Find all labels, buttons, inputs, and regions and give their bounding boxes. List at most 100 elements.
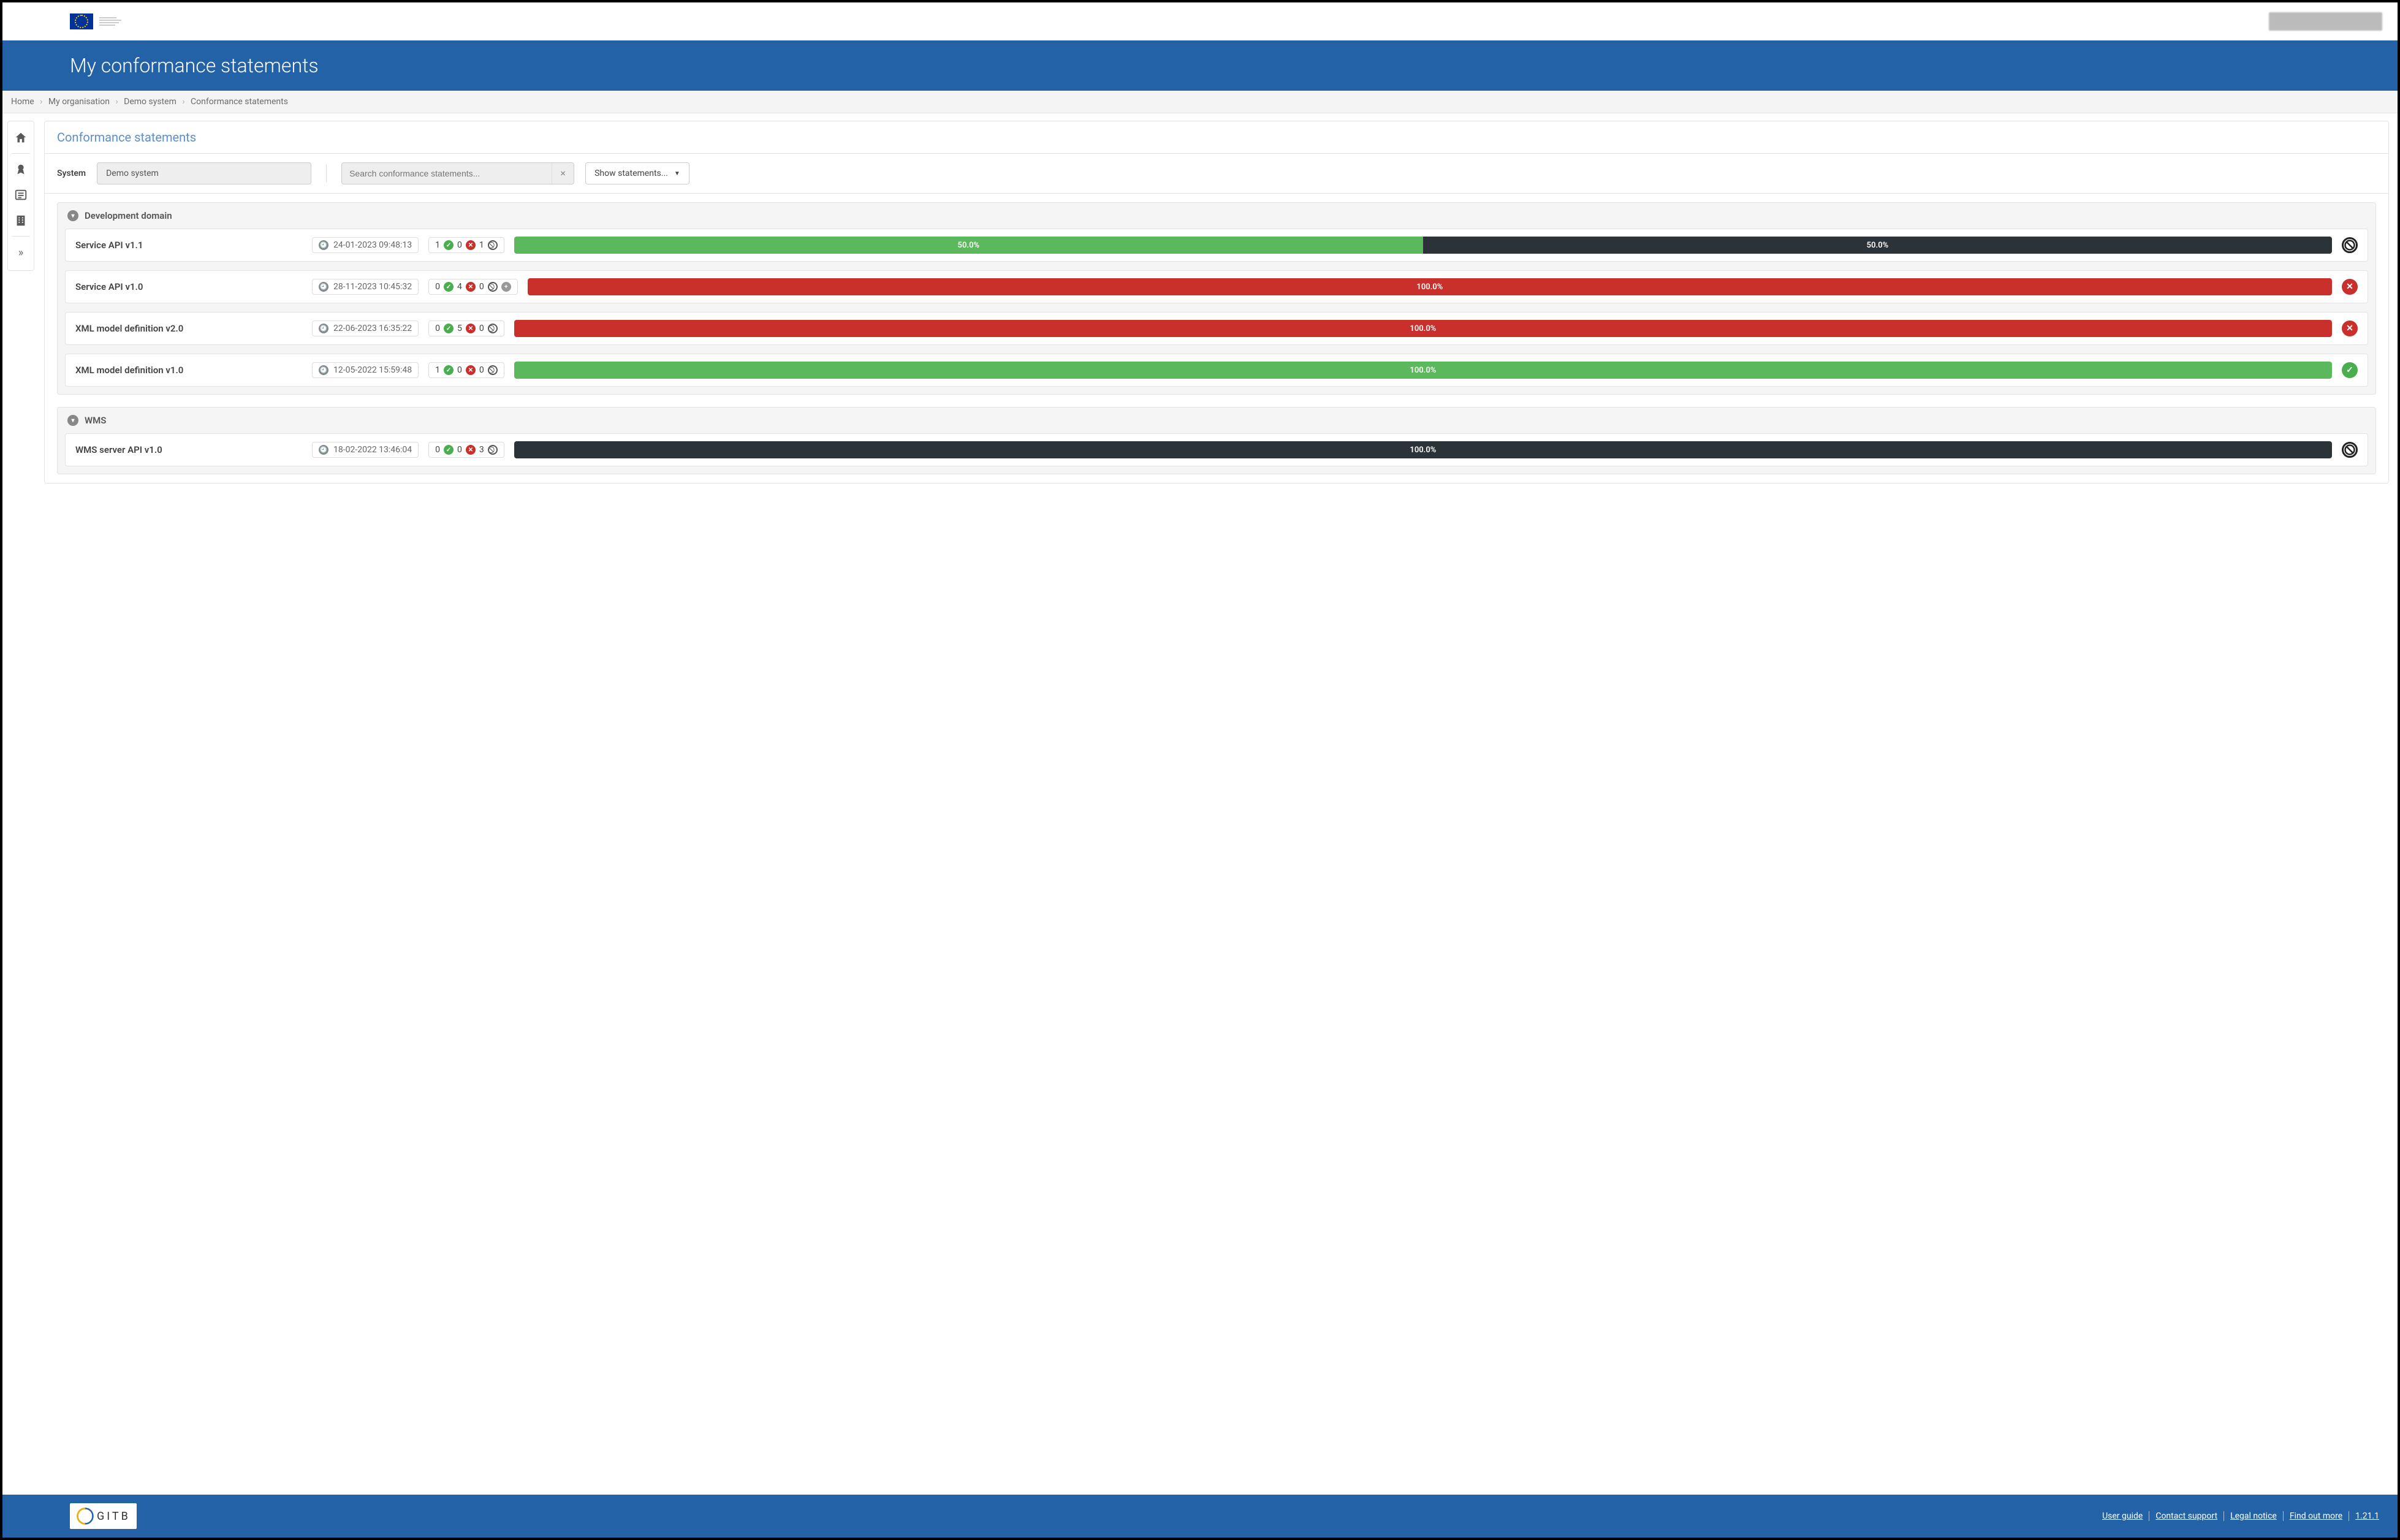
badge-icon[interactable] [8, 156, 34, 182]
footer: GITB User guide Contact support Legal no… [2, 1495, 2398, 1538]
pass-count: 0 [435, 324, 440, 333]
skip-count: 0 [479, 365, 484, 375]
chevron-down-icon: ▾ [67, 210, 78, 221]
statement-name: XML model definition v1.0 [75, 365, 302, 376]
pass-count: 1 [435, 240, 440, 250]
caret-down-icon: ▼ [674, 170, 680, 177]
skip-count: 0 [479, 324, 484, 333]
timestamp-pill: 🕘12-05-2022 15:59:48 [312, 362, 419, 378]
timestamp-value: 24-01-2023 09:48:13 [333, 240, 412, 250]
group-name: WMS [85, 415, 106, 426]
building-icon[interactable] [8, 208, 34, 233]
clock-icon: 🕘 [319, 324, 328, 333]
clear-search-icon[interactable]: × [552, 163, 574, 184]
home-icon[interactable] [8, 125, 34, 151]
footer-links: User guide Contact support Legal notice … [2096, 1511, 2385, 1521]
timestamp-pill: 🕘 18-02-2022 13:46:04 [312, 442, 419, 458]
breadcrumb-org[interactable]: My organisation [48, 97, 110, 107]
system-label: System [57, 169, 86, 178]
breadcrumb-system[interactable]: Demo system [124, 97, 177, 107]
sidebar: » [2, 113, 39, 1495]
eu-flag-icon [70, 13, 93, 29]
ban-icon: ⃠ [488, 445, 498, 455]
group-header[interactable]: ▾WMS [58, 408, 2375, 433]
footer-link-contact[interactable]: Contact support [2149, 1511, 2224, 1521]
search-input[interactable] [342, 169, 552, 178]
statements: Service API v1.1🕘24-01-2023 09:48:131 ✓ … [58, 229, 2375, 394]
footer-link-findout[interactable]: Find out more [2284, 1511, 2349, 1521]
timestamp-value: 18-02-2022 13:46:04 [333, 445, 412, 455]
footer-link-legal[interactable]: Legal notice [2224, 1511, 2284, 1521]
fail-count: 0 [457, 240, 462, 250]
counts-pill: 1 ✓ 0 ✕ 0 ⃠ [428, 362, 504, 378]
statement-row[interactable]: WMS server API v1.0 🕘 18-02-2022 13:46:04 0… [65, 433, 2368, 466]
x-icon: ✕ [466, 324, 476, 333]
x-icon: ✕ [466, 282, 476, 292]
statement-row[interactable]: Service API v1.0🕘28-11-2023 10:45:320 ✓ … [65, 270, 2368, 303]
progress-segment: 50.0% [514, 237, 1423, 254]
divider [326, 164, 327, 183]
progress-bar: 100.0% [514, 320, 2332, 337]
ec-logo [70, 13, 121, 29]
main: » Conformance statements System Demo sys… [2, 113, 2398, 1495]
statement-name: Service API v1.0 [75, 281, 302, 292]
page-title: My conformance statements [2, 40, 2398, 91]
footer-link-user-guide[interactable]: User guide [2096, 1511, 2149, 1521]
clock-icon: 🕘 [319, 445, 328, 455]
progress-bar: 100.0% [514, 441, 2332, 458]
footer-link-version[interactable]: 1.21.1 [2349, 1511, 2385, 1521]
show-statements-button[interactable]: Show statements... ▼ [585, 162, 689, 184]
content: Conformance statements System Demo syste… [39, 113, 2398, 1495]
progress-segment: 100.0% [514, 362, 2332, 379]
timestamp-value: 28-11-2023 10:45:32 [333, 282, 412, 292]
statement-row[interactable]: XML model definition v1.0 🕘12-05-2022 15:… [65, 354, 2368, 387]
progress-bar: 100.0% [514, 362, 2332, 379]
system-select[interactable]: Demo system [97, 162, 311, 184]
footer-brand: GITB [70, 1503, 137, 1529]
divider [12, 153, 29, 154]
progress-bar: 100.0% [528, 278, 2332, 295]
check-icon: ✓ [444, 324, 454, 333]
timestamp-value: 22-06-2023 16:35:22 [333, 324, 412, 333]
ban-icon: ⃠ [488, 324, 498, 333]
statement-row[interactable]: XML model definition v2.0🕘22-06-2023 16:… [65, 312, 2368, 345]
group-header[interactable]: ▾ Development domain [58, 203, 2375, 229]
statement-row[interactable]: Service API v1.1🕘24-01-2023 09:48:131 ✓ … [65, 229, 2368, 262]
timestamp-value: 12-05-2022 15:59:48 [333, 365, 412, 375]
divider [12, 236, 29, 237]
status-skip-icon [2342, 237, 2358, 253]
topbar [2, 2, 2398, 40]
panel-title: Conformance statements [45, 121, 2388, 154]
ec-bars-icon [99, 17, 121, 26]
plus-icon: + [501, 282, 511, 292]
check-icon: ✓ [444, 365, 454, 375]
counts-pill: 0 ✓ 0 ✕ 3 ⃠ [428, 442, 504, 458]
fail-count: 5 [457, 324, 462, 333]
user-placeholder [2269, 12, 2382, 31]
group-name: Development domain [85, 210, 172, 221]
fail-count: 0 [457, 365, 462, 375]
progress-segment: 100.0% [514, 320, 2332, 337]
footer-brand-text: GITB [97, 1510, 131, 1523]
x-icon: ✕ [466, 445, 476, 455]
timestamp-pill: 🕘 22-06-2023 16:35:22 [312, 321, 419, 336]
progress-bar: 50.0%50.0% [514, 237, 2332, 254]
progress-segment: 50.0% [1423, 237, 2332, 254]
show-statements-label: Show statements... [594, 169, 668, 178]
breadcrumb-current: Conformance statements [191, 97, 288, 107]
panel-body: System Demo system × Show statements... … [45, 154, 2388, 483]
x-icon: ✕ [466, 365, 476, 375]
fail-count: 0 [457, 445, 462, 455]
conformance-panel: Conformance statements System Demo syste… [44, 121, 2389, 484]
expand-sidebar-icon[interactable]: » [8, 239, 34, 267]
group: ▾WMS WMS server API v1.0 🕘 18-02-2022 13:46… [57, 407, 2376, 474]
statement-name: WMS server API v1.0 [75, 444, 302, 455]
search-wrap: × [341, 162, 574, 184]
list-icon[interactable] [8, 182, 34, 208]
status-skip-icon [2342, 442, 2358, 458]
ban-icon: ⃠ [488, 240, 498, 250]
breadcrumb-home[interactable]: Home [11, 97, 34, 107]
groups: ▾Development domainService API v1.1🕘24-0… [45, 194, 2388, 483]
check-icon: ✓ [444, 282, 454, 292]
ban-icon: ⃠ [488, 282, 498, 292]
